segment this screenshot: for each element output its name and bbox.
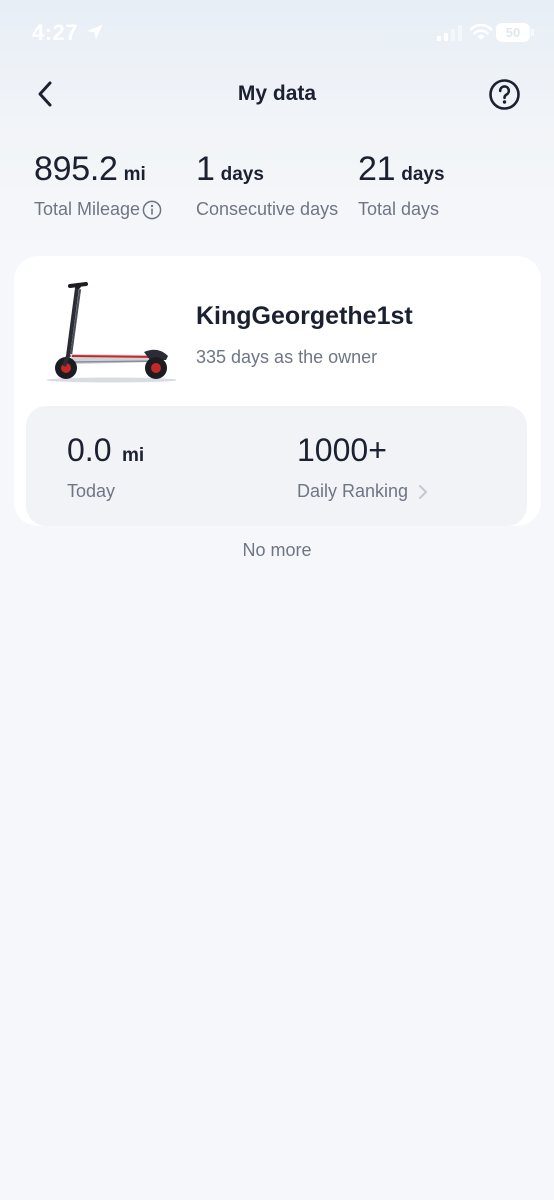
vehicle-metrics-panel: 0.0 mi Today 1000+ Daily Ranking [26, 406, 527, 526]
question-circle-icon [489, 79, 520, 110]
no-more-text: No more [242, 540, 312, 560]
total-days-stat: 21 days Total days [358, 150, 445, 220]
location-arrow-icon [87, 24, 103, 40]
today-metric: 0.0 mi Today [67, 432, 144, 502]
page-title: My data [237, 82, 317, 105]
status-time: 4:27 [32, 20, 79, 45]
consecutive-days-value: 1 [196, 150, 215, 188]
total-days-label: Total days [358, 199, 440, 219]
info-icon[interactable] [142, 200, 162, 220]
daily-ranking-link[interactable]: 1000+ Daily Ranking [297, 432, 430, 502]
today-unit: mi [121, 445, 145, 466]
consecutive-days-unit: days [220, 164, 264, 185]
help-button[interactable] [488, 78, 521, 111]
today-label: Today [67, 481, 116, 501]
total-mileage-label: Total Mileage [34, 199, 141, 219]
battery-icon: 50 [496, 23, 530, 42]
daily-ranking-value: 1000+ [297, 432, 387, 468]
vehicle-name: KingGeorgethe1st [196, 302, 413, 330]
cellular-signal-icon [437, 25, 462, 41]
total-days-unit: days [401, 164, 445, 185]
battery-level: 50 [505, 25, 521, 40]
wifi-icon [469, 23, 493, 40]
total-mileage-stat: 895.2 mi Total Mileage [34, 150, 162, 220]
chevron-right-icon [419, 484, 428, 499]
status-bar: 4:27 50 [0, 0, 554, 66]
consecutive-days-label: Consecutive days [196, 199, 339, 219]
owner-days: 335 days as the owner [196, 347, 378, 367]
total-mileage-value: 895.2 [34, 150, 118, 188]
total-days-value: 21 [358, 150, 396, 188]
battery-tip [531, 29, 534, 36]
today-value: 0.0 [67, 432, 112, 468]
scooter-image [46, 282, 176, 383]
vehicle-card[interactable]: KingGeorgethe1st 335 days as the owner 0… [14, 256, 541, 526]
total-mileage-unit: mi [123, 164, 146, 185]
daily-ranking-label: Daily Ranking [297, 481, 409, 501]
my-data-screen: 4:27 50 My data 895.2 mi Total Mileage 1… [0, 0, 554, 1200]
consecutive-days-stat: 1 days Consecutive days [196, 150, 338, 220]
